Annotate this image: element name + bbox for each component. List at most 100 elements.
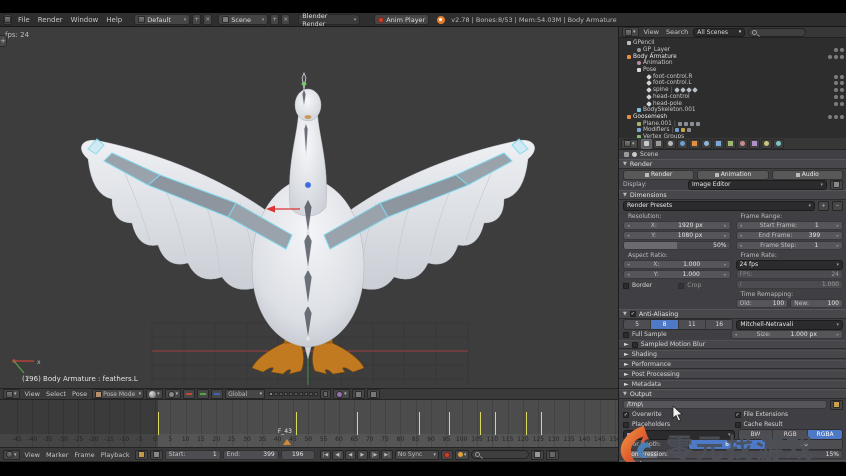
properties-editor-type-button[interactable]: ▾ <box>621 139 638 149</box>
layer-toggle[interactable] <box>274 392 278 396</box>
panel-header-output[interactable]: ▼Output <box>619 389 846 399</box>
keying-set-dropdown[interactable]: ▾ <box>455 450 470 460</box>
timeline-editor[interactable]: -45-40-35-30-25-20-15-10-505101520253035… <box>0 400 618 447</box>
outliner-editor[interactable]: ▾ View Search All Scenes▾ GPencil GP_Lay… <box>619 27 846 138</box>
keyframe-line[interactable] <box>541 412 542 435</box>
add-scene-button[interactable]: + <box>270 14 279 25</box>
tab-object[interactable] <box>689 139 700 149</box>
outliner-item-gpencil[interactable]: GPencil <box>621 40 846 47</box>
tab-physics[interactable] <box>773 139 784 149</box>
next-keyframe-button[interactable]: |▶ <box>369 450 381 460</box>
layer-toggle[interactable] <box>299 392 303 396</box>
outliner-item-spine[interactable]: spine | <box>621 87 846 94</box>
snap-dropdown[interactable]: ▾ <box>333 389 350 399</box>
manipulator-rotate-button[interactable] <box>197 389 209 399</box>
visibility-toggle-icon[interactable] <box>834 95 838 99</box>
timeline-menu-view[interactable]: View <box>22 451 43 459</box>
selectability-toggle-icon[interactable] <box>840 81 844 85</box>
panel-header-dimensions[interactable]: ▼Dimensions <box>619 190 846 200</box>
visibility-toggle-icon[interactable] <box>834 48 838 52</box>
outliner-item-body-armature[interactable]: Body Armature <box>621 53 846 60</box>
mirror-modifier-icon[interactable] <box>687 128 691 132</box>
manipulator-scale-button[interactable] <box>211 389 223 399</box>
start-frame-field[interactable]: Start: 1 <box>165 450 221 460</box>
shapekey-icon[interactable] <box>690 122 694 126</box>
frame-lock-toggle[interactable] <box>150 450 163 460</box>
anti-aliasing-checkbox[interactable]: ✓ <box>630 311 636 317</box>
display-dropdown[interactable]: Image Editor ▾ <box>688 180 827 190</box>
aspect-x-field[interactable]: ◂X:1.000▸ <box>623 260 731 269</box>
menu-help[interactable]: Help <box>102 16 126 24</box>
layers-widget[interactable] <box>269 392 318 396</box>
render-toggle-icon[interactable] <box>840 55 844 59</box>
render-button[interactable]: Render <box>623 170 694 180</box>
viewport-canvas[interactable]: x y <box>0 27 618 388</box>
visibility-toggle-icon[interactable] <box>834 81 838 85</box>
outliner-editor-type-button[interactable]: ▾ <box>622 27 639 37</box>
delete-layout-button[interactable]: × <box>203 14 212 25</box>
tab-constraints[interactable] <box>701 139 712 149</box>
timeline-ruler[interactable]: -45-40-35-30-25-20-15-10-505101520253035… <box>0 434 618 447</box>
fps-base-field[interactable]: /1.000 <box>736 280 844 289</box>
auto-keyframe-record-button[interactable] <box>441 450 453 460</box>
orientation-dropdown[interactable]: Global▾ <box>225 389 265 399</box>
preview-range-toggle[interactable] <box>135 450 148 460</box>
panel-header-render[interactable]: ▼Render <box>619 159 846 169</box>
outliner-item-foot-control-l[interactable]: foot-control.L <box>621 80 846 87</box>
editor-type-button[interactable] <box>3 14 12 25</box>
panel-header-shading[interactable]: ►Shading <box>619 350 846 359</box>
bone-icon[interactable] <box>680 87 686 93</box>
tab-scene[interactable] <box>665 139 676 149</box>
tab-texture[interactable] <box>749 139 760 149</box>
timeline-marker[interactable] <box>283 439 291 445</box>
bone-icon[interactable] <box>686 87 692 93</box>
vertex-color-icon[interactable] <box>684 122 688 126</box>
aspect-y-field[interactable]: ◂Y:1.000▸ <box>623 270 731 279</box>
screen-layout-dropdown[interactable]: Default ▾ <box>134 14 190 25</box>
remap-new-field[interactable]: New:100 <box>790 299 843 308</box>
viewport-menu-select[interactable]: Select <box>43 390 69 398</box>
full-sample-checkbox[interactable]: Full Sample <box>623 331 728 338</box>
panel-header-post-processing[interactable]: ►Post Processing <box>619 370 846 379</box>
visibility-toggle-icon[interactable] <box>834 102 838 106</box>
selectability-toggle-icon[interactable] <box>834 115 838 119</box>
file-extensions-checkbox[interactable]: ✓File Extensions <box>735 411 844 418</box>
outliner-item-animation[interactable]: Animation <box>621 60 846 67</box>
file-browse-button[interactable] <box>830 400 843 410</box>
add-layout-button[interactable]: + <box>192 14 201 25</box>
anim-player-toggle[interactable]: Anim Player <box>374 14 429 25</box>
aa-size-field[interactable]: ◂Size:1.000 px▸ <box>731 330 844 339</box>
insert-keyframe-button[interactable] <box>531 450 544 460</box>
layer-toggle[interactable] <box>314 392 318 396</box>
sync-dropdown[interactable]: No Sync▾ <box>395 450 439 460</box>
keyframe-line[interactable] <box>158 412 159 435</box>
armature-modifier-icon[interactable] <box>675 128 679 132</box>
head-control-bone[interactable] <box>301 81 307 87</box>
keying-set-search[interactable] <box>471 450 529 459</box>
keyframe-line[interactable] <box>480 412 481 435</box>
timeline-menu-playback[interactable]: Playback <box>98 451 133 459</box>
aa-samples-button-5[interactable]: 5 <box>624 320 651 329</box>
menu-window[interactable]: Window <box>67 16 103 24</box>
border-checkbox[interactable]: Border <box>623 282 675 289</box>
outliner-search-menu[interactable]: Search <box>664 28 690 36</box>
aa-filter-dropdown[interactable]: Mitchell-Netravali ▾ <box>736 320 843 330</box>
opengl-render-button[interactable] <box>352 389 365 399</box>
outliner-item-foot-control-r[interactable]: foot-control.R <box>621 73 846 80</box>
timeline-menu-frame[interactable]: Frame <box>71 451 97 459</box>
outliner-item-goosemesh[interactable]: Goosemesh <box>621 114 846 121</box>
start-frame-prop-field[interactable]: ◂Start Frame:1▸ <box>736 221 844 230</box>
manipulator-center[interactable] <box>305 182 311 188</box>
keyframe-line[interactable] <box>526 412 527 435</box>
layer-toggle[interactable] <box>289 392 293 396</box>
preset-add-button[interactable]: + <box>818 201 829 211</box>
properties-editor[interactable]: ▾ Scene ▼Render <box>619 138 846 462</box>
current-frame-field[interactable]: 196 <box>281 450 315 460</box>
render-animation-button[interactable]: Animation <box>697 170 768 180</box>
timeline-editor-type-button[interactable]: ▾ <box>3 450 20 460</box>
viewport-menu-view[interactable]: View <box>22 390 43 398</box>
viewport-editor-type-button[interactable]: ▾ <box>3 389 20 399</box>
jump-to-end-button[interactable]: ▶| <box>381 450 393 460</box>
layer-toggle[interactable] <box>284 392 288 396</box>
outliner-item-head-pole[interactable]: head-pole <box>621 100 846 107</box>
